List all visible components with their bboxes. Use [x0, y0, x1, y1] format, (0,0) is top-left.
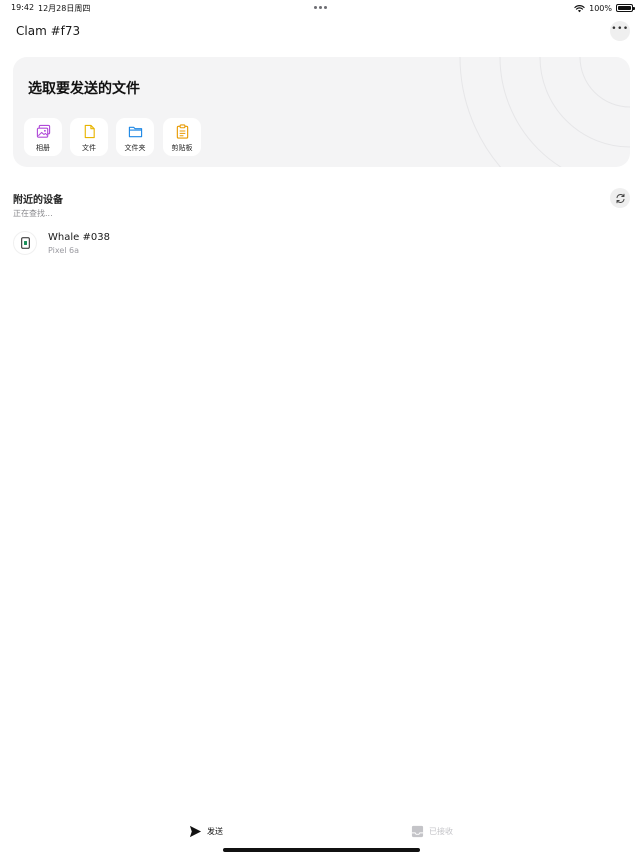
decorative-rings-icon	[459, 57, 630, 167]
send-file-card: 选取要发送的文件 相册 文件 文件夹 剪贴板	[13, 57, 630, 167]
option-clipboard[interactable]: 剪贴板	[163, 118, 201, 156]
status-time: 19:42	[11, 3, 35, 12]
refresh-icon	[616, 193, 624, 203]
device-model: Pixel 6a	[48, 246, 80, 255]
option-label: 相册	[36, 144, 50, 152]
send-icon	[189, 825, 202, 838]
file-icon	[84, 124, 95, 139]
device-alias-title: Clam #f73	[16, 24, 81, 38]
option-label: 剪贴板	[171, 144, 193, 152]
nearby-devices-title: 附近的设备	[13, 195, 63, 206]
wifi-icon	[574, 4, 585, 12]
option-photo-album[interactable]: 相册	[24, 118, 62, 156]
clipboard-icon	[176, 124, 188, 139]
more-options-button[interactable]: •••	[610, 21, 630, 41]
phone-icon	[20, 237, 30, 249]
tab-received-label: 已接收	[429, 827, 453, 836]
searching-status: 正在查找...	[13, 209, 53, 218]
battery-percentage: 100%	[589, 3, 612, 13]
send-card-title: 选取要发送的文件	[28, 81, 140, 97]
status-indicators: 100%	[574, 2, 635, 14]
option-label: 文件夹	[124, 144, 146, 152]
device-list-item[interactable]: Whale #038 Pixel 6a	[13, 230, 313, 258]
option-file[interactable]: 文件	[70, 118, 108, 156]
refresh-button[interactable]	[610, 188, 630, 208]
device-name: Whale #038	[48, 232, 110, 243]
device-avatar	[13, 231, 37, 255]
tab-send[interactable]: 发送	[189, 825, 223, 838]
folder-icon	[128, 126, 142, 138]
battery-icon	[616, 4, 635, 12]
status-date: 12月28日周四	[38, 4, 91, 13]
tab-send-label: 发送	[207, 827, 223, 836]
option-folder[interactable]: 文件夹	[116, 118, 154, 156]
multitasking-dots-icon[interactable]	[314, 6, 328, 10]
photo-icon	[36, 124, 50, 138]
status-bar: 19:42 12月28日周四 100%	[0, 0, 643, 16]
inbox-icon	[411, 825, 424, 838]
tab-received[interactable]: 已接收	[411, 825, 453, 838]
home-indicator[interactable]	[223, 848, 420, 852]
option-label: 文件	[82, 144, 96, 152]
ellipsis-icon: •••	[611, 24, 629, 34]
